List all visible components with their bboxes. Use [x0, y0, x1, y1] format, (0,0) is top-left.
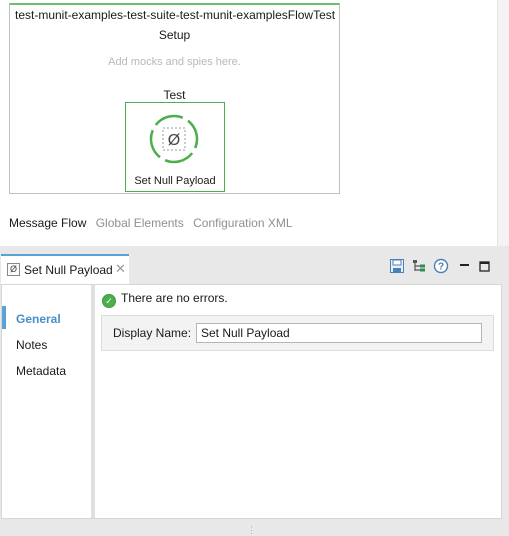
- set-null-payload-processor[interactable]: Ø Set Null Payload: [125, 102, 225, 192]
- test-section-label: Test: [163, 88, 186, 102]
- properties-tabbar: Ø Set Null Payload ✕ ?: [0, 246, 509, 284]
- flow-title: test-munit-examples-test-suite-test-muni…: [15, 8, 336, 22]
- set-null-payload-tab-icon: Ø: [7, 263, 20, 276]
- processor-label: Set Null Payload: [134, 175, 216, 187]
- minimize-icon[interactable]: [457, 258, 473, 274]
- view-actions: ?: [389, 258, 499, 276]
- display-name-field[interactable]: [196, 323, 482, 343]
- tab-label: Set Null Payload: [24, 263, 113, 277]
- properties-view: Ø Set Null Payload ✕ ? General Notes Met…: [0, 246, 509, 536]
- status-text: There are no errors.: [121, 291, 228, 305]
- resize-grip-icon[interactable]: ⋮: [247, 525, 256, 536]
- editor-tabs: Message Flow Global Elements Configurati…: [9, 216, 299, 230]
- flow-container[interactable]: test-munit-examples-test-suite-test-muni…: [9, 3, 340, 194]
- canvas-vertical-scrollbar[interactable]: [497, 0, 509, 246]
- nav-item-general[interactable]: General: [16, 312, 61, 326]
- tab-global-elements[interactable]: Global Elements: [96, 216, 184, 230]
- svg-text:?: ?: [438, 262, 444, 273]
- check-circle-icon: ✓: [102, 294, 116, 308]
- nav-item-notes[interactable]: Notes: [16, 338, 47, 352]
- nav-active-indicator: [2, 306, 6, 329]
- tab-set-null-payload[interactable]: Ø Set Null Payload ✕: [1, 254, 129, 284]
- setup-section-label: Setup: [158, 28, 191, 42]
- save-icon[interactable]: [389, 258, 405, 274]
- display-name-label: Display Name:: [113, 326, 192, 340]
- view-right-border: [503, 284, 509, 519]
- close-icon[interactable]: ✕: [115, 261, 126, 277]
- maximize-icon[interactable]: [477, 258, 493, 274]
- general-form: Display Name:: [101, 315, 494, 351]
- validation-status: ✓ There are no errors.: [102, 291, 228, 308]
- tab-configuration-xml[interactable]: Configuration XML: [193, 216, 292, 230]
- tab-message-flow[interactable]: Message Flow: [9, 216, 86, 230]
- properties-nav: General Notes Metadata: [2, 285, 95, 518]
- nav-item-metadata[interactable]: Metadata: [16, 364, 66, 378]
- processor-glyph: Ø: [168, 132, 180, 149]
- set-null-payload-icon: Ø: [149, 114, 199, 164]
- properties-content: General Notes Metadata ✓ There are no err…: [1, 284, 502, 519]
- tree-icon[interactable]: [411, 258, 427, 274]
- help-icon[interactable]: ?: [433, 258, 449, 274]
- mocks-drop-hint[interactable]: Add mocks and spies here.: [10, 56, 339, 68]
- flow-canvas: test-munit-examples-test-suite-test-muni…: [0, 0, 509, 246]
